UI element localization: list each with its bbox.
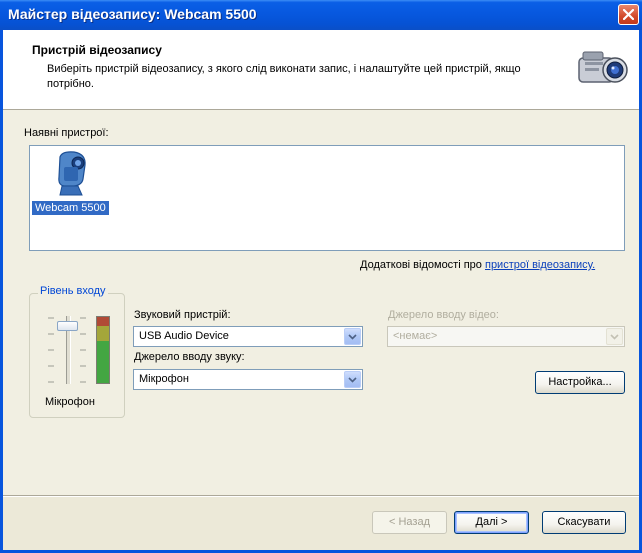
window-frame-left bbox=[0, 30, 3, 553]
device-item-webcam-5500[interactable]: Webcam 5500 bbox=[30, 149, 120, 229]
audio-device-label: Звуковий пристрій: bbox=[134, 309, 231, 321]
devices-label: Наявні пристрої: bbox=[24, 127, 109, 139]
audio-device-value: USB Audio Device bbox=[139, 330, 229, 342]
device-name: Webcam 5500 bbox=[32, 201, 109, 215]
webcam-icon bbox=[52, 149, 92, 204]
wizard-header: Пристрій відеозапису Виберіть пристрій в… bbox=[3, 30, 639, 110]
audio-source-value: Мікрофон bbox=[139, 373, 189, 385]
chevron-down-icon[interactable] bbox=[344, 328, 361, 345]
audio-source-select[interactable]: Мікрофон bbox=[133, 369, 363, 390]
cancel-button[interactable]: Скасувати bbox=[542, 511, 626, 534]
input-level-slider-thumb[interactable] bbox=[57, 321, 78, 331]
audio-device-select[interactable]: USB Audio Device bbox=[133, 326, 363, 347]
chevron-down-icon bbox=[606, 328, 623, 345]
video-source-select: <немає> bbox=[387, 326, 625, 347]
page-title: Пристрій відеозапису bbox=[32, 43, 162, 57]
input-level-caption: Рівень входу bbox=[38, 285, 108, 297]
title-bar[interactable]: Майстер відеозапису: Webcam 5500 bbox=[0, 0, 642, 30]
camcorder-icon bbox=[575, 40, 631, 96]
more-info-prefix: Додаткові відомості про bbox=[360, 259, 482, 271]
video-capture-wizard-window: Майстер відеозапису: Webcam 5500 Пристрі… bbox=[0, 0, 642, 553]
devices-list[interactable]: Webcam 5500 bbox=[29, 145, 625, 251]
close-button[interactable] bbox=[618, 4, 639, 25]
video-source-label: Джерело вводу відео: bbox=[388, 309, 499, 321]
wizard-footer: < Назад Далі > Скасувати bbox=[3, 497, 639, 550]
next-button[interactable]: Далі > bbox=[454, 511, 529, 534]
window-title: Майстер відеозапису: Webcam 5500 bbox=[8, 6, 257, 22]
input-level-meter bbox=[96, 316, 110, 384]
back-button[interactable]: < Назад bbox=[372, 511, 447, 534]
input-level-group: Рівень входу Мікрофон bbox=[29, 285, 125, 418]
audio-source-label: Джерело вводу звуку: bbox=[134, 351, 245, 363]
chevron-down-icon[interactable] bbox=[344, 371, 361, 388]
microphone-label: Мікрофон bbox=[45, 396, 95, 408]
page-description: Виберіть пристрій відеозапису, з якого с… bbox=[47, 63, 521, 90]
more-info-text: Додаткові відомості про пристрої відеоза… bbox=[360, 259, 595, 271]
wizard-content: Наявні пристрої: Webcam 5500 Додаткові в… bbox=[3, 110, 639, 495]
video-source-value: <немає> bbox=[393, 330, 438, 342]
settings-button[interactable]: Настройка... bbox=[535, 371, 625, 394]
capture-devices-link[interactable]: пристрої відеозапису. bbox=[485, 259, 595, 271]
